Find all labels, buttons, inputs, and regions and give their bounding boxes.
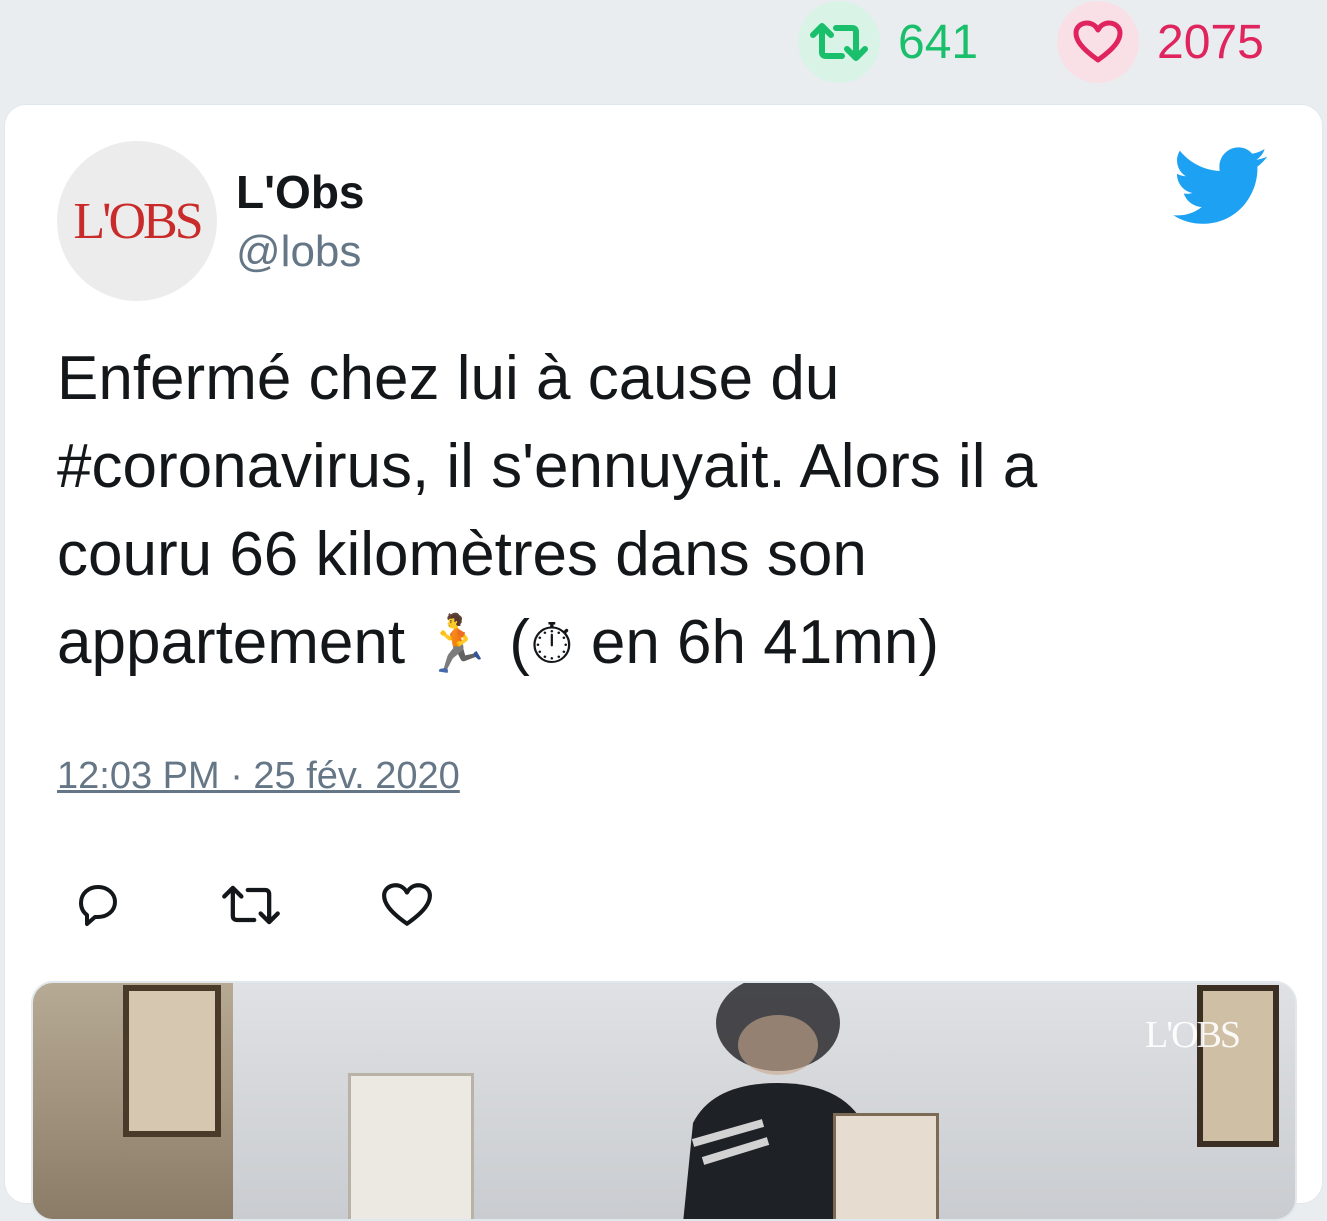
like-action-icon bbox=[382, 883, 432, 926]
like-stat[interactable]: 2075 bbox=[1057, 0, 1264, 84]
avatar-logo-text: L'OBS bbox=[73, 192, 203, 250]
tweet-card[interactable]: L'OBS L'Obs @lobs Enfermé chez lui à cau… bbox=[4, 104, 1323, 1221]
retweet-action-icon bbox=[222, 885, 280, 925]
tweet-line-4b: ( bbox=[492, 608, 530, 677]
retweet-count: 641 bbox=[898, 15, 979, 69]
media-picture-frame bbox=[123, 985, 221, 1137]
retweet-icon[interactable] bbox=[798, 1, 880, 83]
media-door bbox=[348, 1073, 474, 1219]
heart-icon[interactable] bbox=[1057, 1, 1139, 83]
stopwatch-emoji: ⏱ bbox=[529, 612, 574, 675]
tweet-actions bbox=[57, 865, 447, 945]
tweet-text: Enfermé chez lui à cause du #coronavirus… bbox=[57, 335, 1257, 688]
tweet-line-4a: appartement bbox=[57, 608, 423, 677]
tweet-line-1: Enfermé chez lui à cause du bbox=[57, 344, 840, 413]
reply-button[interactable] bbox=[57, 865, 137, 945]
user-handle[interactable]: @lobs bbox=[236, 227, 361, 277]
media-picture-frame-right bbox=[1197, 985, 1279, 1147]
like-count: 2075 bbox=[1157, 15, 1264, 69]
tweet-line-4c: en 6h 41mn) bbox=[573, 608, 939, 677]
display-name[interactable]: L'Obs bbox=[236, 165, 365, 219]
twitter-bird-icon[interactable] bbox=[1173, 147, 1269, 227]
reply-icon bbox=[79, 885, 117, 926]
media-watermark: L'OBS bbox=[1145, 1014, 1241, 1056]
retweet-button[interactable] bbox=[211, 865, 291, 945]
like-button[interactable] bbox=[367, 865, 447, 945]
video-thumbnail[interactable]: L'OBS bbox=[31, 981, 1297, 1221]
top-stats-bar: 641 2075 bbox=[0, 0, 1327, 100]
runner-emoji: 🏃 bbox=[422, 612, 493, 675]
tweet-line-3: couru 66 kilomètres dans son bbox=[57, 520, 867, 589]
media-poster bbox=[833, 1113, 939, 1219]
tweet-timestamp-link[interactable]: 12:03 PM · 25 fév. 2020 bbox=[57, 755, 460, 798]
tweet-line-2: #coronavirus, il s'ennuyait. Alors il a bbox=[57, 432, 1038, 501]
avatar[interactable]: L'OBS bbox=[57, 141, 217, 301]
retweet-stat[interactable]: 641 bbox=[798, 0, 978, 84]
